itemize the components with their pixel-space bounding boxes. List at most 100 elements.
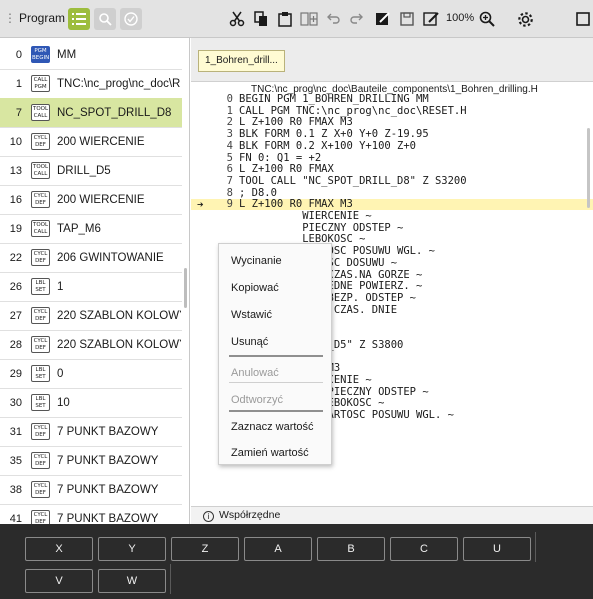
block-type-icon: LBL SET xyxy=(31,278,50,295)
context-menu-item[interactable]: Zamień wartość xyxy=(219,440,333,466)
axis-key[interactable]: X xyxy=(25,537,93,561)
line-number: 8 xyxy=(226,186,233,199)
window-button[interactable] xyxy=(574,10,592,28)
undo-icon xyxy=(327,13,340,24)
program-row[interactable]: 10 CYCL DEF 200 WIERCENIE xyxy=(0,127,182,157)
program-row[interactable]: 13 TOOL CALL DRILL_D5 xyxy=(0,156,182,186)
save-as-icon xyxy=(423,12,439,26)
search-button[interactable] xyxy=(94,8,116,30)
axis-key[interactable]: U xyxy=(463,537,531,561)
line-number: 6 xyxy=(226,163,233,176)
row-label: 200 WIERCENIE xyxy=(57,193,145,206)
program-row[interactable]: 7 TOOL CALL NC_SPOT_DRILL_D8 xyxy=(0,98,182,128)
panel-scrollbar[interactable] xyxy=(184,268,187,308)
badge-text: SET xyxy=(35,402,46,409)
line-text: L Z+100 R0 FMAX M3 xyxy=(239,116,353,129)
code-line[interactable]: 7 TOOL CALL "NC_SPOT_DRILL_D8" Z S3200 xyxy=(191,174,593,187)
edit-icon xyxy=(376,12,390,25)
undo-button[interactable] xyxy=(324,10,342,28)
row-number: 31 xyxy=(9,425,22,438)
save-button[interactable] xyxy=(398,10,416,28)
program-row[interactable]: 31 CYCL DEF 7 PUNKT BAZOWY xyxy=(0,417,182,447)
line-text: BLK FORM 0.2 X+100 Y+100 Z+0 xyxy=(239,139,417,152)
redo-button[interactable] xyxy=(348,10,366,28)
row-number: 10 xyxy=(9,135,22,148)
code-line[interactable]: ➔ 9 L Z+100 R0 FMAX M3 xyxy=(191,199,593,211)
axis-key[interactable]: C xyxy=(390,537,458,561)
save-icon xyxy=(400,12,414,26)
code-line[interactable]: 3 BLK FORM 0.1 Z X+0 Y+0 Z-19.95 xyxy=(191,129,593,140)
zoom-button[interactable] xyxy=(478,10,496,28)
row-label: 220 SZABLON KOLOWY xyxy=(57,338,181,351)
axis-key[interactable]: Y xyxy=(98,537,166,561)
code-line[interactable]: 2 L Z+100 R0 FMAX M3 xyxy=(191,117,593,128)
code-line[interactable]: 4 BLK FORM 0.2 X+100 Y+100 Z+0 xyxy=(191,139,593,152)
line-number: 4 xyxy=(226,139,233,152)
settings-button[interactable] xyxy=(516,10,534,28)
row-label: 7 PUNKT BAZOWY xyxy=(57,483,159,496)
row-number: 7 xyxy=(15,106,22,119)
row-label: 200 WIERCENIE xyxy=(57,135,145,148)
context-menu-item[interactable]: Wycinanie xyxy=(219,248,333,274)
status-label: Współrzędne xyxy=(219,509,281,521)
context-menu-item[interactable]: Usunąć xyxy=(219,329,333,355)
check-circle-icon xyxy=(124,12,138,26)
program-row[interactable]: 22 CYCL DEF 206 GWINTOWANIE xyxy=(0,243,182,273)
line-text: FN 0: Q1 = +2 xyxy=(239,151,322,164)
axis-key[interactable]: W xyxy=(98,569,166,593)
code-line[interactable]: 5 FN 0: Q1 = +2 xyxy=(191,151,593,164)
program-row[interactable]: 35 CYCL DEF 7 PUNKT BAZOWY xyxy=(0,446,182,476)
line-text: WIERCENIE ~ xyxy=(239,210,372,222)
program-row[interactable]: 27 CYCL DEF 220 SZABLON KOLOWY xyxy=(0,301,182,331)
block-type-icon: CALL PGM xyxy=(31,75,50,92)
axis-key[interactable]: B xyxy=(317,537,385,561)
program-row[interactable]: 16 CYCL DEF 200 WIERCENIE xyxy=(0,185,182,215)
window-icon xyxy=(576,12,590,26)
program-row[interactable]: 26 LBL SET 1 xyxy=(0,272,182,302)
axis-key[interactable]: A xyxy=(244,537,312,561)
insert-block-button[interactable] xyxy=(300,10,318,28)
axis-key[interactable]: V xyxy=(25,569,93,593)
program-row[interactable]: 19 TOOL CALL TAP_M6 xyxy=(0,214,182,244)
code-line[interactable]: 1 CALL PGM TNC:\nc_prog\nc_doc\RESET.H xyxy=(191,105,593,117)
block-type-icon: CYCL DEF xyxy=(31,249,50,266)
code-line[interactable]: 6 L Z+100 R0 FMAX xyxy=(191,164,593,175)
row-number: 35 xyxy=(9,454,22,467)
cut-button[interactable] xyxy=(228,10,246,28)
badge-text: CALL xyxy=(33,112,48,119)
code-line[interactable]: WIERCENIE ~ xyxy=(191,211,593,222)
save-as-button[interactable] xyxy=(422,10,440,28)
badge-text: CYCL xyxy=(33,482,48,489)
program-row[interactable]: 1 CALLPGM TNC:\nc_prog\nc_doc\RESET xyxy=(0,69,182,99)
block-type-icon: CYCL DEF xyxy=(31,510,50,524)
line-number: 7 xyxy=(226,174,233,187)
check-button[interactable] xyxy=(120,8,142,30)
context-menu-item[interactable]: Wstawić xyxy=(219,302,333,328)
program-row[interactable]: 28 CYCL DEF 220 SZABLON KOLOWY xyxy=(0,330,182,360)
context-menu-item[interactable]: Kopiować xyxy=(219,275,333,301)
axis-key[interactable]: Z xyxy=(171,537,239,561)
row-number: 38 xyxy=(9,483,22,496)
code-line[interactable]: 0 BEGIN PGM 1_BOHREN_DRILLING MM xyxy=(191,94,593,105)
paste-button[interactable] xyxy=(276,10,294,28)
block-type-icon: CYCL DEF xyxy=(31,423,50,440)
editor-scrollbar[interactable] xyxy=(587,128,590,208)
badge-text: BEGIN xyxy=(32,54,50,61)
block-type-icon: CYCL DEF xyxy=(31,452,50,469)
program-row[interactable]: 29 LBL SET 0 xyxy=(0,359,182,389)
code-line[interactable]: PIECZNY ODSTEP ~ xyxy=(191,222,593,234)
program-menu[interactable]: ⋮ Program xyxy=(4,11,65,25)
program-row[interactable]: 38 CYCL DEF 7 PUNKT BAZOWY xyxy=(0,475,182,505)
program-row[interactable]: 41 CYCL DEF 7 PUNKT BAZOWY xyxy=(0,504,182,524)
file-tab-strip: 1_Bohren_drill... xyxy=(191,38,593,82)
file-tab[interactable]: 1_Bohren_drill... xyxy=(198,50,285,72)
code-line[interactable]: 8 ; D8.0 xyxy=(191,186,593,199)
program-row[interactable]: 30 LBL SET 10 xyxy=(0,388,182,418)
copy-button[interactable] xyxy=(252,10,270,28)
context-menu-item[interactable]: Zaznacz wartość xyxy=(219,414,333,440)
program-row[interactable]: 0 PGM BEGIN MM xyxy=(0,40,182,70)
row-label: 10 xyxy=(57,396,70,409)
badge-text: DEF xyxy=(35,199,46,206)
list-view-button[interactable] xyxy=(68,8,90,30)
edit-button[interactable] xyxy=(374,10,392,28)
